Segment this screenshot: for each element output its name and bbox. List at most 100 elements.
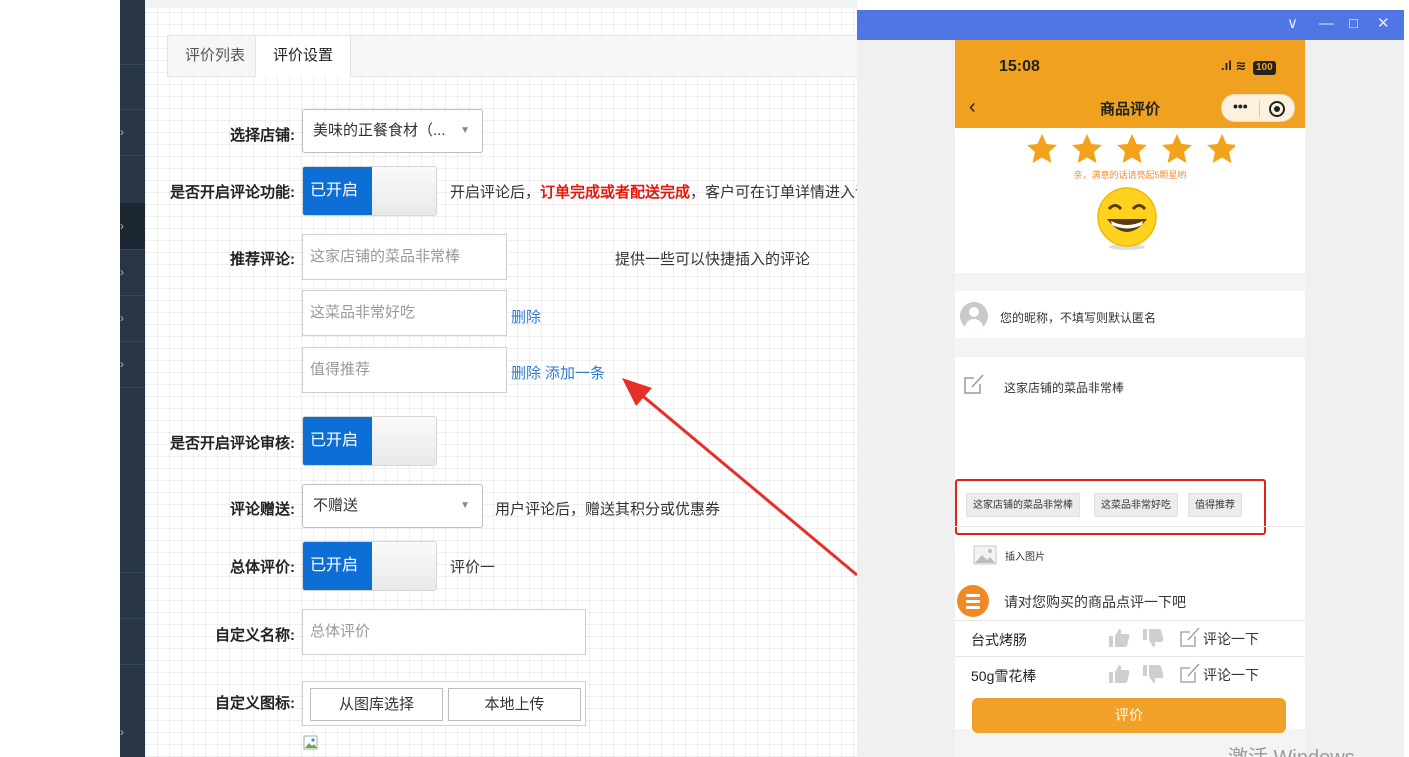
toggle-on-state: 已开启 — [303, 167, 372, 215]
goods-name: 台式烤肠 — [971, 632, 1027, 648]
image-icon[interactable] — [973, 545, 997, 565]
review-audit-toggle[interactable]: 已开启 — [302, 416, 437, 466]
custom-name-input[interactable]: 总体评价 — [302, 609, 586, 655]
overall-toggle[interactable]: 已开启 — [302, 541, 437, 591]
sidebar-divider — [120, 155, 145, 156]
divider — [955, 526, 1305, 527]
dropdown-caret-icon: ▼ — [460, 500, 470, 511]
shop-select[interactable]: 美味的正餐食材（... ▼ — [302, 109, 483, 153]
shop-select-value: 美味的正餐食材（... — [313, 122, 446, 139]
recommend-input-3[interactable]: 值得推荐 — [302, 347, 507, 393]
quick-comment-chip[interactable]: 这家店铺的菜品非常棒 — [966, 493, 1080, 517]
star-icon — [1117, 134, 1147, 163]
chevron-right-icon[interactable]: › — [120, 312, 124, 324]
dropdown-caret-icon: ▼ — [460, 125, 470, 136]
star-rating[interactable] — [1025, 132, 1235, 168]
review-audit-label: 是否开启评论审核: — [170, 435, 295, 452]
quick-comment-chip[interactable]: 这菜品非常好吃 — [1094, 493, 1178, 517]
recommend-label: 推荐评论: — [230, 251, 295, 268]
desc-suffix: ，客户可在订单详情进入评 — [690, 184, 871, 201]
recommend-hint: 提供一些可以快捷插入的评论 — [615, 251, 811, 268]
goods-row: 50g雪花棒 评论一下 — [955, 656, 1305, 692]
overall-label: 总体评价: — [230, 559, 295, 576]
sidebar-divider — [120, 109, 145, 110]
chevron-right-icon[interactable]: › — [120, 726, 124, 738]
rating-hint: 亲，满意的话请亮起5颗星哟 — [1073, 170, 1187, 180]
star-icon — [1207, 134, 1235, 163]
signal-icon: .ıl — [1221, 58, 1232, 73]
screen: › › › › › › 评价列表 评价设置 选择店铺: 美味的正餐食材（... … — [0, 0, 1409, 757]
desc-prefix: 开启评论后， — [450, 184, 541, 201]
sidebar-divider — [120, 64, 145, 65]
battery-icon: 100 — [1253, 61, 1276, 75]
sidebar-divider — [120, 664, 145, 665]
toggle-on-state: 已开启 — [303, 417, 372, 465]
tab-review-list[interactable]: 评价列表 — [168, 36, 262, 76]
thumbs-down-icon[interactable] — [1142, 664, 1164, 684]
happy-face-icon — [1097, 187, 1157, 250]
comment-enable-toggle[interactable]: 已开启 — [302, 166, 437, 216]
nickname-input[interactable]: 您的昵称，不填写则默认匿名 — [1000, 309, 1156, 326]
star-icon — [1072, 134, 1102, 163]
chevron-right-icon[interactable]: › — [120, 126, 124, 138]
edit-icon[interactable] — [1180, 663, 1200, 683]
thumbs-up-icon[interactable] — [1108, 628, 1130, 648]
comment-enable-description: 开启评论后，订单完成或者配送完成，客户可在订单详情进入评 — [450, 181, 870, 202]
emulator-window: ∨ — □ ✕ 15:08 .ıl ≋ 100 ‹ 商品评价 ••• 亲，满意的… — [857, 10, 1404, 757]
thumbs-up-icon[interactable] — [1108, 664, 1130, 684]
maximize-icon[interactable]: □ — [1349, 15, 1358, 33]
delete-link[interactable]: 删除 — [511, 306, 541, 327]
phone-screen: 15:08 .ıl ≋ 100 ‹ 商品评价 ••• 亲，满意的话请亮起5颗星哟… — [955, 40, 1305, 757]
chevron-right-icon[interactable]: › — [120, 266, 124, 278]
minimize-icon[interactable]: — — [1319, 15, 1334, 33]
edit-icon[interactable] — [1180, 627, 1200, 647]
windows-activation-watermark: 激活 Windows — [1228, 741, 1355, 757]
annotation-arrow-icon — [622, 378, 858, 577]
overall-description: 评价一 — [450, 559, 496, 576]
dropdown-icon[interactable]: ∨ — [1287, 15, 1298, 33]
top-band — [145, 0, 857, 8]
window-titlebar: ∨ — □ ✕ — [857, 10, 1404, 40]
chevron-right-icon[interactable]: › — [120, 358, 124, 370]
comment-link[interactable]: 评论一下 — [1203, 629, 1259, 649]
sidebar-divider — [120, 618, 145, 619]
close-miniprogram-icon[interactable] — [1269, 101, 1285, 117]
sidebar-divider — [120, 341, 145, 342]
phone-header: 15:08 .ıl ≋ 100 ‹ 商品评价 ••• — [955, 40, 1305, 128]
close-icon[interactable]: ✕ — [1377, 15, 1390, 33]
chevron-right-icon[interactable]: › — [120, 220, 124, 232]
recommend-input-2[interactable]: 这菜品非常好吃 — [302, 290, 507, 336]
tab-review-settings[interactable]: 评价设置 — [255, 36, 352, 77]
choose-from-library-button[interactable]: 从图库选择 — [310, 688, 443, 721]
goods-row: 台式烤肠 评论一下 — [955, 620, 1305, 656]
more-icon[interactable]: ••• — [1233, 98, 1248, 114]
custom-icon-label: 自定义图标: — [215, 695, 295, 712]
toggle-on-state: 已开启 — [303, 542, 372, 590]
status-icons: .ıl ≋ 100 — [1221, 58, 1276, 75]
add-recommend-link[interactable]: 添加一条 — [545, 362, 605, 383]
wifi-icon: ≋ — [1235, 58, 1247, 73]
tab-bar: 评价列表 评价设置 — [167, 35, 867, 77]
edit-icon — [964, 374, 984, 394]
gift-select[interactable]: 不赠送 ▼ — [302, 484, 483, 528]
comment-enable-label: 是否开启评论功能: — [170, 184, 295, 201]
thumbs-down-icon[interactable] — [1142, 628, 1164, 648]
sidebar-divider — [120, 295, 145, 296]
custom-icon-button-group: 从图库选择 本地上传 — [302, 681, 586, 726]
sidebar-divider — [120, 387, 145, 388]
capsule-divider — [1259, 101, 1260, 117]
quick-comment-chip[interactable]: 值得推荐 — [1188, 493, 1242, 517]
delete-link[interactable]: 删除 — [511, 362, 541, 383]
insert-image-label[interactable]: 插入图片 — [1005, 548, 1045, 563]
desc-highlight: 订单完成或者配送完成 — [540, 184, 691, 201]
local-upload-button[interactable]: 本地上传 — [448, 688, 581, 721]
gift-label: 评论赠送: — [230, 501, 295, 518]
comment-textarea[interactable]: 这家店铺的菜品非常棒 — [1004, 379, 1124, 396]
star-icon — [1027, 134, 1057, 163]
custom-name-label: 自定义名称: — [215, 627, 295, 644]
recommend-input-1[interactable]: 这家店铺的菜品非常棒 — [302, 234, 507, 280]
submit-review-button[interactable]: 评价 — [972, 698, 1286, 733]
shop-label: 选择店铺: — [230, 127, 295, 144]
comment-link[interactable]: 评论一下 — [1203, 665, 1259, 685]
sidebar-divider — [120, 249, 145, 250]
